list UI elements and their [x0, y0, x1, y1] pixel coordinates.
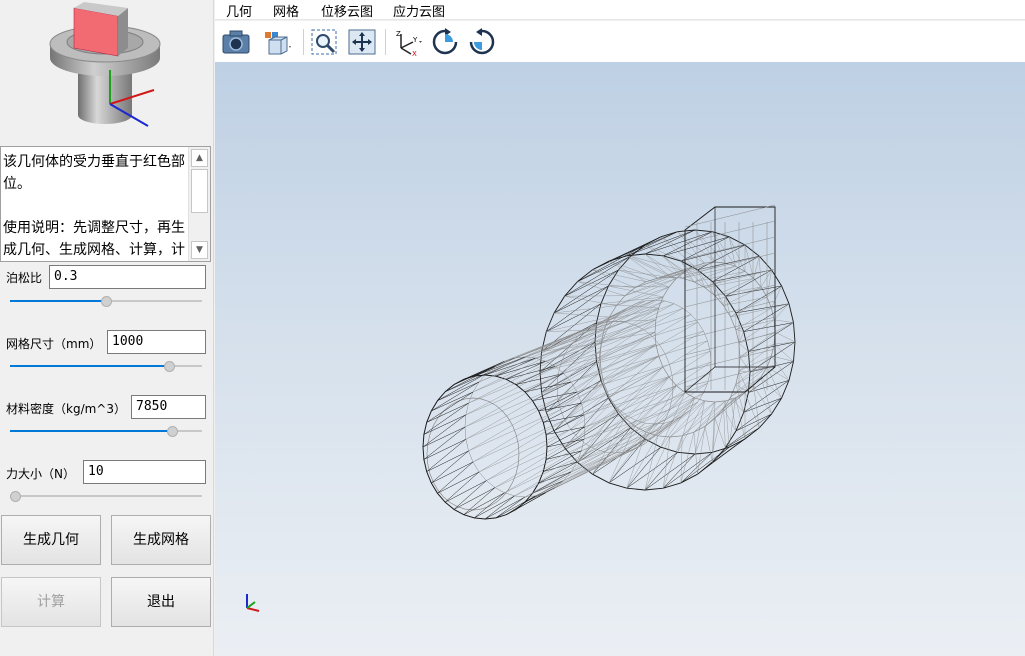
left-panel: 该几何体的受力垂直于红色部位。 使用说明：先调整尺寸，再生成几何、生成网格、计算…	[0, 0, 214, 656]
axis-xyz-icon[interactable]: Z Y X	[393, 28, 423, 56]
description-scrollbar[interactable]: ▲ ▼	[188, 147, 210, 261]
wireframe-mesh	[422, 204, 796, 520]
3d-viewport[interactable]	[215, 62, 1025, 656]
poisson-input[interactable]: 0.3	[49, 265, 206, 289]
menu-displacement-contour[interactable]: 位移云图	[321, 1, 373, 20]
scroll-thumb[interactable]	[191, 169, 208, 213]
svg-text:X: X	[412, 50, 417, 56]
mesh-size-input[interactable]: 1000	[107, 330, 206, 354]
svg-text:Z: Z	[396, 30, 401, 38]
force-slider[interactable]	[10, 490, 202, 502]
description-box[interactable]: 该几何体的受力垂直于红色部位。 使用说明：先调整尺寸，再生成几何、生成网格、计算…	[0, 146, 211, 262]
menu-mesh[interactable]: 网格	[273, 1, 299, 20]
compute-button[interactable]: 计算	[1, 577, 101, 627]
rotate-ccw-icon[interactable]	[467, 28, 497, 56]
generate-geometry-button[interactable]: 生成几何	[1, 515, 101, 565]
rotate-cw-icon[interactable]	[430, 28, 460, 56]
zoom-window-icon[interactable]	[310, 28, 340, 56]
density-slider[interactable]	[10, 425, 202, 437]
scroll-up-icon[interactable]: ▲	[191, 149, 208, 167]
orientation-triad-icon	[246, 594, 260, 612]
poisson-slider[interactable]	[10, 295, 202, 307]
menu-stress-contour[interactable]: 应力云图	[393, 1, 445, 20]
force-input[interactable]: 10	[83, 460, 206, 484]
menu-geometry[interactable]: 几何	[226, 1, 252, 20]
mesh-size-slider[interactable]	[10, 360, 202, 372]
toolbar-separator	[385, 29, 386, 55]
poisson-label: 泊松比	[6, 271, 43, 285]
fit-all-icon[interactable]	[347, 28, 377, 56]
force-label: 力大小（N）	[6, 467, 75, 481]
toolbar: Z Y X	[215, 21, 1025, 62]
description-text: 该几何体的受力垂直于红色部位。 使用说明：先调整尺寸，再生成几何、生成网格、计算…	[3, 154, 185, 258]
svg-text:Y: Y	[412, 36, 418, 44]
exit-button[interactable]: 退出	[111, 577, 211, 627]
camera-icon[interactable]	[221, 28, 251, 56]
view-cube-icon[interactable]	[263, 28, 293, 56]
toolbar-separator	[303, 29, 304, 55]
geometry-preview-image	[49, 2, 161, 127]
generate-mesh-button[interactable]: 生成网格	[111, 515, 211, 565]
mesh-size-label: 网格尺寸（mm）	[6, 337, 102, 351]
density-label: 材料密度（kg/m^3）	[6, 402, 126, 416]
menu-bar: 几何 网格 位移云图 应力云图	[215, 0, 1025, 20]
scroll-down-icon[interactable]: ▼	[191, 241, 208, 259]
density-input[interactable]: 7850	[131, 395, 206, 419]
